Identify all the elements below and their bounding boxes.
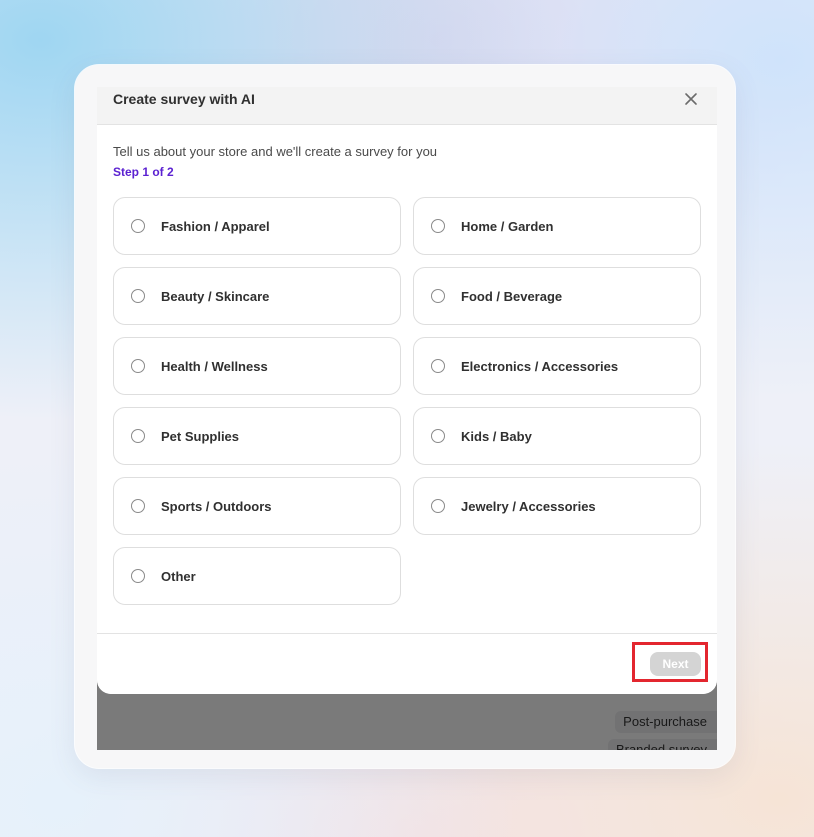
option-label: Fashion / Apparel xyxy=(161,218,270,234)
radio-button[interactable] xyxy=(431,289,445,303)
create-survey-modal: Create survey with AI Tell us about your… xyxy=(97,87,717,694)
modal-title: Create survey with AI xyxy=(113,91,255,107)
modal-footer xyxy=(97,633,717,694)
step-indicator: Step 1 of 2 xyxy=(113,165,174,179)
radio-button[interactable] xyxy=(431,219,445,233)
option-beauty-skincare[interactable]: Beauty / Skincare xyxy=(113,267,401,325)
option-label: Jewelry / Accessories xyxy=(461,498,596,514)
radio-button[interactable] xyxy=(131,359,145,373)
radio-button[interactable] xyxy=(431,359,445,373)
radio-button[interactable] xyxy=(131,429,145,443)
option-label: Food / Beverage xyxy=(461,288,563,304)
modal-header: Create survey with AI xyxy=(97,87,717,125)
store-category-options: Fashion / Apparel Home / Garden Beauty /… xyxy=(113,197,701,605)
option-label: Other xyxy=(161,568,196,584)
option-label: Beauty / Skincare xyxy=(161,288,270,304)
option-home-garden[interactable]: Home / Garden xyxy=(413,197,701,255)
radio-button[interactable] xyxy=(131,499,145,513)
next-button[interactable]: Next xyxy=(650,652,701,676)
option-label: Home / Garden xyxy=(461,218,554,234)
close-icon xyxy=(685,93,697,105)
option-sports-outdoors[interactable]: Sports / Outdoors xyxy=(113,477,401,535)
radio-button[interactable] xyxy=(431,499,445,513)
option-electronics-accessories[interactable]: Electronics / Accessories xyxy=(413,337,701,395)
intro-text: Tell us about your store and we'll creat… xyxy=(113,144,438,159)
option-fashion-apparel[interactable]: Fashion / Apparel xyxy=(113,197,401,255)
option-label: Sports / Outdoors xyxy=(161,498,272,514)
option-label: Kids / Baby xyxy=(461,428,532,444)
option-jewelry-accessories[interactable]: Jewelry / Accessories xyxy=(413,477,701,535)
option-food-beverage[interactable]: Food / Beverage xyxy=(413,267,701,325)
window-frame: Post-purchase Branded survey Create surv… xyxy=(75,65,735,768)
option-pet-supplies[interactable]: Pet Supplies xyxy=(113,407,401,465)
radio-button[interactable] xyxy=(131,219,145,233)
radio-button[interactable] xyxy=(131,289,145,303)
radio-button[interactable] xyxy=(131,569,145,583)
option-other[interactable]: Other xyxy=(113,547,401,605)
option-label: Health / Wellness xyxy=(161,358,268,374)
option-label: Electronics / Accessories xyxy=(461,358,619,374)
background-app: Post-purchase Branded survey Create surv… xyxy=(97,87,717,750)
radio-button[interactable] xyxy=(431,429,445,443)
option-label: Pet Supplies xyxy=(161,428,240,444)
close-button[interactable] xyxy=(681,89,701,109)
option-kids-baby[interactable]: Kids / Baby xyxy=(413,407,701,465)
option-health-wellness[interactable]: Health / Wellness xyxy=(113,337,401,395)
